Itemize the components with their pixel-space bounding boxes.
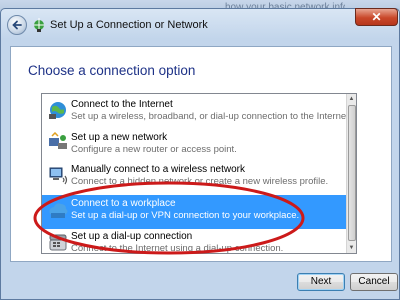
option-connect-internet[interactable]: Connect to the Internet Set up a wireles… [42, 96, 351, 130]
page-heading: Choose a connection option [28, 63, 196, 78]
option-title: Manually connect to a wireless network [71, 164, 245, 175]
scroll-thumb[interactable] [348, 105, 356, 241]
option-description: Set up a wireless, broadband, or dial-up… [71, 111, 352, 122]
content-panel: Choose a connection option Connect to th… [10, 46, 392, 262]
workplace-vpn-icon [49, 203, 68, 218]
back-button[interactable] [7, 15, 27, 35]
scroll-down-icon[interactable]: ▼ [347, 243, 356, 253]
setup-connection-dialog: ✕ Set Up a Connection or Network Choose … [0, 8, 400, 300]
back-arrow-icon [12, 20, 22, 30]
next-button[interactable]: Next [297, 273, 345, 291]
scroll-up-icon[interactable]: ▲ [347, 94, 356, 104]
option-title: Set up a new network [71, 132, 168, 143]
option-title: Connect to a workplace [71, 198, 176, 209]
network-setup-icon [34, 18, 44, 32]
close-icon: ✕ [371, 10, 382, 24]
cancel-button[interactable]: Cancel [350, 273, 398, 291]
telephone-icon [49, 234, 67, 251]
option-description: Connect to the Internet using a dial-up … [71, 243, 284, 254]
option-title: Connect to the Internet [71, 99, 173, 110]
list-scrollbar[interactable]: ▲ ▼ [346, 94, 356, 253]
option-description: Connect to a hidden network or create a … [71, 176, 329, 187]
option-manual-wireless[interactable]: Manually connect to a wireless network C… [42, 161, 346, 195]
close-button[interactable]: ✕ [355, 8, 398, 26]
option-connect-workplace[interactable]: Connect to a workplace Set up a dial-up … [42, 195, 346, 229]
title-bar: Set Up a Connection or Network [1, 13, 341, 39]
option-description: Set up a dial-up or VPN connection to yo… [71, 210, 300, 221]
option-description: Configure a new router or access point. [71, 144, 237, 155]
globe-network-icon [49, 102, 66, 119]
option-dialup[interactable]: Set up a dial-up connection Connect to t… [42, 228, 346, 254]
window-title: Set Up a Connection or Network [50, 19, 208, 31]
option-new-network[interactable]: Set up a new network Configure a new rou… [42, 129, 346, 163]
router-icon [49, 132, 67, 149]
connection-options-list: Connect to the Internet Set up a wireles… [41, 93, 357, 254]
dialog-footer: Next Cancel [10, 262, 398, 300]
wireless-computer-icon [49, 167, 68, 185]
option-title: Set up a dial-up connection [71, 231, 193, 242]
